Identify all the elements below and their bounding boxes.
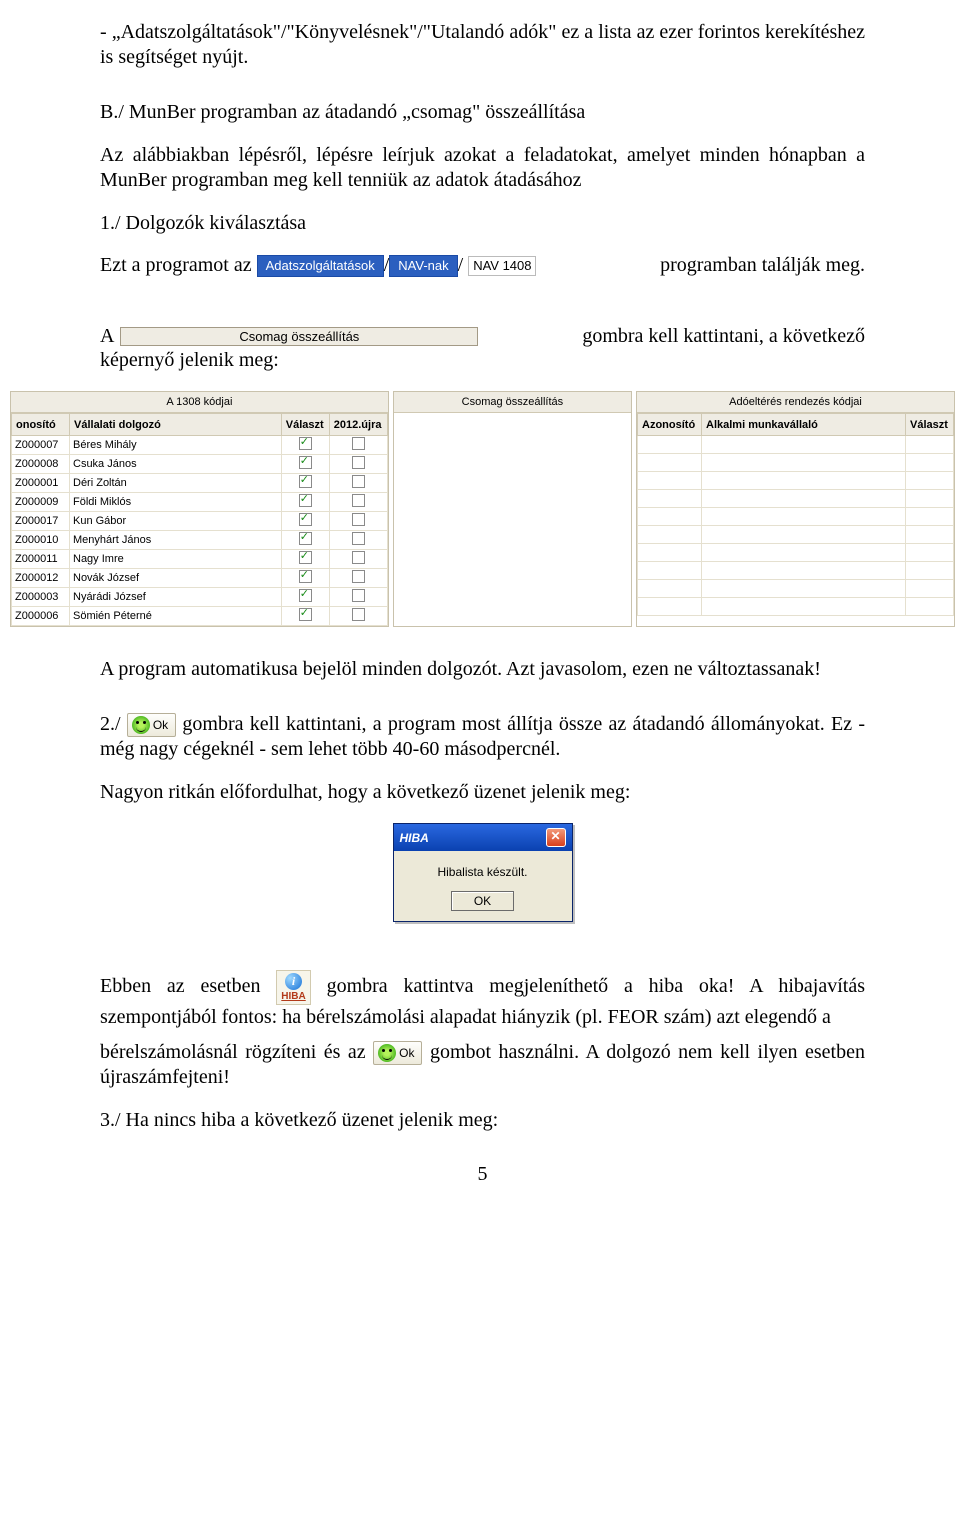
- page-number: 5: [100, 1163, 865, 1186]
- hiba-title-text: HIBA: [400, 831, 429, 845]
- csomag-osszeallitas-button[interactable]: Csomag összeállítás: [120, 327, 478, 346]
- checkbox-valaszt[interactable]: [299, 475, 312, 488]
- table-row: [638, 580, 954, 598]
- table-row[interactable]: Z000012Novák József: [12, 569, 388, 588]
- employees-table: onosító Vállalati dolgozó Választ 2012.ú…: [11, 413, 388, 626]
- ok-button-2[interactable]: Ok: [373, 1041, 422, 1065]
- checkbox-ujra[interactable]: [352, 608, 365, 621]
- table-row[interactable]: Z000007Béres Mihály: [12, 436, 388, 455]
- table-header: onosító Vállalati dolgozó Választ 2012.ú…: [12, 414, 388, 436]
- text-a: Ezt a programot az: [100, 254, 257, 277]
- hiba-info-button[interactable]: i HIBA: [276, 970, 310, 1005]
- nav1408-label: NAV 1408: [468, 256, 536, 276]
- table-row: [638, 562, 954, 580]
- hiba-message: Hibalista készült.: [404, 865, 562, 879]
- table-row: [638, 490, 954, 508]
- checkbox-ujra[interactable]: [352, 532, 365, 545]
- table-row: [638, 436, 954, 454]
- panel1-title: A 1308 kódjai: [11, 392, 388, 413]
- checkbox-valaszt[interactable]: [299, 494, 312, 507]
- smiley-icon: [378, 1044, 396, 1062]
- p-after-table: A program automatikusa bejelöl minden do…: [100, 657, 865, 682]
- checkbox-ujra[interactable]: [352, 513, 365, 526]
- table-row[interactable]: Z000003Nyárádi József: [12, 588, 388, 607]
- smiley-icon: [132, 716, 150, 734]
- csomag-row: A Csomag összeállítás gombra kell kattin…: [100, 325, 865, 348]
- heading-b: B./ MunBer programban az átadandó „csoma…: [100, 100, 865, 125]
- text-b: programban találják meg.: [655, 254, 865, 277]
- table-row[interactable]: Z000010Menyhárt János: [12, 531, 388, 550]
- nav-path-row: Ezt a programot az Adatszolgáltatások / …: [100, 254, 865, 277]
- text-c2: képernyő jelenik meg:: [100, 348, 865, 373]
- checkbox-valaszt[interactable]: [299, 437, 312, 450]
- ok-button[interactable]: Ok: [127, 713, 176, 737]
- paragraph-intro: Az alábbiakban lépésről, lépésre leírjuk…: [100, 143, 865, 193]
- table-row: [638, 472, 954, 490]
- checkbox-valaszt[interactable]: [299, 608, 312, 621]
- hiba-dialog: HIBA ✕ Hibalista készült. OK: [393, 823, 573, 922]
- p-berelszamolas: bérelszámolásnál rögzíteni és az Ok gomb…: [100, 1040, 865, 1090]
- checkbox-ujra[interactable]: [352, 589, 365, 602]
- table-row: [638, 508, 954, 526]
- tables-row: A 1308 kódjai onosító Vállalati dolgozó …: [10, 391, 955, 627]
- navnak-button[interactable]: NAV-nak: [389, 255, 457, 277]
- adatszolg-button[interactable]: Adatszolgáltatások: [257, 255, 384, 277]
- checkbox-ujra[interactable]: [352, 437, 365, 450]
- checkbox-ujra[interactable]: [352, 475, 365, 488]
- step2-paragraph: 2./ Ok gombra kell kattintani, a program…: [100, 712, 865, 762]
- sec1-title: 1./ Dolgozók kiválasztása: [100, 211, 865, 236]
- bullet-adatszolg: - „Adatszolgáltatások"/"Könyvelésnek"/"U…: [100, 20, 865, 70]
- p-rare: Nagyon ritkán előfordulhat, hogy a követ…: [100, 780, 865, 805]
- info-icon: i: [285, 973, 302, 990]
- table-row: [638, 526, 954, 544]
- hiba-ok-button[interactable]: OK: [451, 891, 514, 911]
- checkbox-valaszt[interactable]: [299, 589, 312, 602]
- close-icon[interactable]: ✕: [546, 828, 566, 847]
- table-row: [638, 454, 954, 472]
- checkbox-valaszt[interactable]: [299, 513, 312, 526]
- table-row[interactable]: Z000017Kun Gábor: [12, 512, 388, 531]
- table-row[interactable]: Z000006Sömién Péterné: [12, 607, 388, 626]
- p-ebben: Ebben az esetben i HIBA gombra kattintva…: [100, 970, 865, 1030]
- table-row: [638, 598, 954, 616]
- checkbox-valaszt[interactable]: [299, 532, 312, 545]
- panel2-title: Csomag összeállítás: [394, 392, 631, 413]
- text-b2: gombra kell kattintani, a következő: [577, 325, 865, 348]
- alkalmi-table: Azonosító Alkalmi munkavállaló Választ: [637, 413, 954, 616]
- checkbox-ujra[interactable]: [352, 551, 365, 564]
- checkbox-ujra[interactable]: [352, 570, 365, 583]
- table-row[interactable]: Z000011Nagy Imre: [12, 550, 388, 569]
- panel3-title: Adóeltérés rendezés kódjai: [637, 392, 954, 413]
- table-row[interactable]: Z000008Csuka János: [12, 455, 388, 474]
- table-row[interactable]: Z000009Földi Miklós: [12, 493, 388, 512]
- table-row[interactable]: Z000001Déri Zoltán: [12, 474, 388, 493]
- checkbox-valaszt[interactable]: [299, 551, 312, 564]
- checkbox-ujra[interactable]: [352, 494, 365, 507]
- checkbox-valaszt[interactable]: [299, 570, 312, 583]
- checkbox-ujra[interactable]: [352, 456, 365, 469]
- sec3: 3./ Ha nincs hiba a következő üzenet jel…: [100, 1108, 865, 1133]
- checkbox-valaszt[interactable]: [299, 456, 312, 469]
- table-row: [638, 544, 954, 562]
- text-a2: A: [100, 325, 118, 348]
